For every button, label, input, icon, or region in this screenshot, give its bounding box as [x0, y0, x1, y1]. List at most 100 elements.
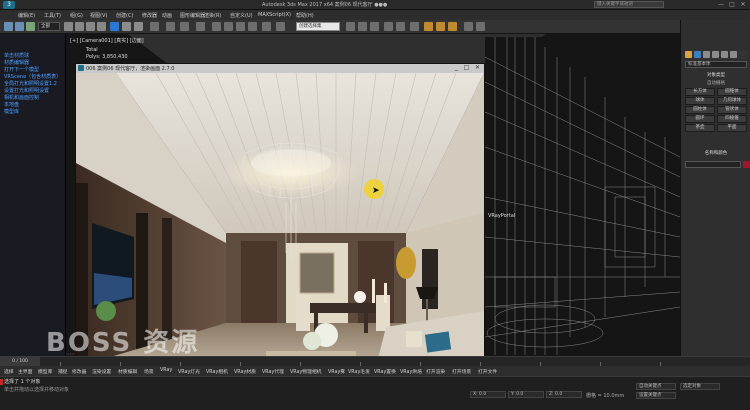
angle-snap-icon[interactable]	[224, 22, 233, 31]
menu-group[interactable]: 组(G)	[70, 12, 83, 19]
x-coordinate-field[interactable]: X: 0.0	[470, 391, 506, 398]
selection-sets-dropdown[interactable]: 创建选择集	[296, 22, 340, 31]
quick-tab[interactable]: 渲染设置	[92, 368, 111, 375]
menu-help[interactable]: 帮助(H)	[296, 12, 314, 19]
rotate-icon[interactable]	[122, 22, 131, 31]
quick-tab[interactable]: VRay置换	[374, 368, 396, 375]
list-item[interactable]: 全局打光和照明设置1.2	[4, 80, 57, 87]
menu-graph-editors[interactable]: 图形编辑器	[180, 12, 205, 19]
quick-tab[interactable]: VRay代理	[262, 368, 284, 375]
render-maximize-button[interactable]: □	[462, 64, 471, 71]
tube-button[interactable]: 管状体	[717, 106, 747, 114]
box-button[interactable]: 长方体	[685, 88, 715, 96]
material-editor-icon[interactable]	[410, 22, 419, 31]
snaps-toggle-icon[interactable]	[212, 22, 221, 31]
motion-tab-icon[interactable]	[712, 51, 719, 58]
quick-tab[interactable]: VRay物理相机	[290, 368, 321, 375]
create-tab-icon[interactable]	[685, 51, 692, 58]
wireframe-viewport[interactable]	[485, 37, 680, 355]
list-item[interactable]: 打开下一个模型	[4, 66, 39, 73]
menu-modifiers[interactable]: 修改器	[142, 12, 157, 19]
pivot-icon[interactable]	[166, 22, 175, 31]
select-icon[interactable]	[64, 22, 73, 31]
utilities-tab-icon[interactable]	[730, 51, 737, 58]
render-minimize-button[interactable]: _	[452, 64, 461, 71]
display-tab-icon[interactable]	[721, 51, 728, 58]
link-icon[interactable]	[26, 22, 35, 31]
menu-edit[interactable]: 编辑(E)	[18, 12, 35, 19]
list-item[interactable]: 设置打光和照明设置	[4, 87, 49, 94]
region-select-icon[interactable]	[86, 22, 95, 31]
mirror-icon[interactable]	[276, 22, 285, 31]
timeline[interactable]: 0 / 100	[0, 356, 750, 366]
edit-named-sets-icon[interactable]	[262, 22, 271, 31]
keyboard-shortcut-icon[interactable]	[196, 22, 205, 31]
render-production-icon[interactable]	[448, 22, 457, 31]
quick-tab[interactable]: VRay	[160, 368, 172, 373]
list-item[interactable]: 模型库	[4, 108, 19, 115]
selection-filter-dropdown[interactable]: 全部	[38, 22, 60, 31]
quick-tab[interactable]: 修改器	[72, 368, 86, 375]
hierarchy-tab-icon[interactable]	[703, 51, 710, 58]
torus-button[interactable]: 圆环	[685, 115, 715, 123]
percent-snap-icon[interactable]	[236, 22, 245, 31]
graphite-icon[interactable]	[370, 22, 379, 31]
object-name-input[interactable]	[685, 161, 741, 168]
pyramid-button[interactable]: 四棱锥	[717, 115, 747, 123]
modify-tab-icon[interactable]	[694, 51, 701, 58]
menu-create[interactable]: 创建(C)	[116, 12, 133, 19]
manipulate-icon[interactable]	[180, 22, 189, 31]
quick-tab[interactable]: VRay毛发	[348, 368, 370, 375]
viewport-label[interactable]: [+] [Camera001] [真实] [边面]	[70, 37, 144, 44]
schematic-view-icon[interactable]	[396, 22, 405, 31]
quick-tab[interactable]: 选择	[4, 368, 14, 375]
search-input[interactable]: 键入关键字或短语	[594, 1, 664, 8]
quick-tab[interactable]: 打开渲染	[426, 368, 445, 375]
maximize-button[interactable]: □	[727, 1, 737, 9]
select-by-name-icon[interactable]	[75, 22, 84, 31]
quick-tab[interactable]: 场景	[144, 368, 154, 375]
quick-tab[interactable]: 打开文件	[478, 368, 497, 375]
menu-views[interactable]: 视图(V)	[90, 12, 107, 19]
minimize-button[interactable]: —	[716, 1, 726, 9]
vray-toolbar-icon[interactable]	[464, 22, 473, 31]
quick-tab[interactable]: VRay材质	[234, 368, 256, 375]
auto-grid-checkbox[interactable]: 自动栅格	[685, 80, 747, 87]
sphere-button[interactable]: 球体	[685, 97, 715, 105]
menu-customize[interactable]: 自定义(U)	[230, 12, 253, 19]
quick-tab[interactable]: VRay相机	[206, 368, 228, 375]
list-item[interactable]: VRScene（包含材质表）	[4, 73, 61, 80]
quick-tab[interactable]: 模型库	[38, 368, 52, 375]
vray-frame-buffer-icon[interactable]	[476, 22, 485, 31]
redo-icon[interactable]	[15, 22, 24, 31]
cylinder-button[interactable]: 圆柱体	[685, 106, 715, 114]
render-close-button[interactable]: ✕	[473, 64, 482, 71]
layer-icon[interactable]	[358, 22, 367, 31]
rendered-frame-icon[interactable]	[436, 22, 445, 31]
list-item[interactable]: 单击材质球	[4, 52, 29, 59]
y-coordinate-field[interactable]: Y: 0.0	[508, 391, 544, 398]
list-item[interactable]: 相机和画面控制	[4, 94, 39, 101]
list-item[interactable]: 本地盘	[4, 101, 19, 108]
geosphere-button[interactable]: 几何球体	[717, 97, 747, 105]
quick-tab[interactable]: 捕捉	[58, 368, 68, 375]
quick-tab[interactable]: VRay烘焙	[400, 368, 422, 375]
menu-maxscript[interactable]: MAXScript(X)	[258, 12, 291, 18]
quick-tab[interactable]: VRay雾	[328, 368, 345, 375]
maxscript-listener-indicator[interactable]	[0, 379, 3, 385]
quick-tab[interactable]: VRay灯光	[178, 368, 200, 375]
menu-animation[interactable]: 动画	[162, 12, 172, 19]
z-coordinate-field[interactable]: Z: 0.0	[546, 391, 582, 398]
plane-button[interactable]: 平面	[717, 124, 747, 132]
key-filter-dropdown[interactable]: 选定对象	[680, 383, 720, 390]
undo-icon[interactable]	[4, 22, 13, 31]
set-key-button[interactable]: 设置关键点	[636, 392, 676, 399]
curve-editor-icon[interactable]	[384, 22, 393, 31]
menu-tools[interactable]: 工具(T)	[44, 12, 61, 19]
render-setup-icon[interactable]	[424, 22, 433, 31]
close-button[interactable]: ✕	[738, 1, 748, 9]
menu-rendering[interactable]: 渲染(R)	[204, 12, 221, 19]
reference-coord-icon[interactable]	[150, 22, 159, 31]
move-icon[interactable]	[110, 22, 119, 31]
quick-tab[interactable]: 主界面	[18, 368, 32, 375]
